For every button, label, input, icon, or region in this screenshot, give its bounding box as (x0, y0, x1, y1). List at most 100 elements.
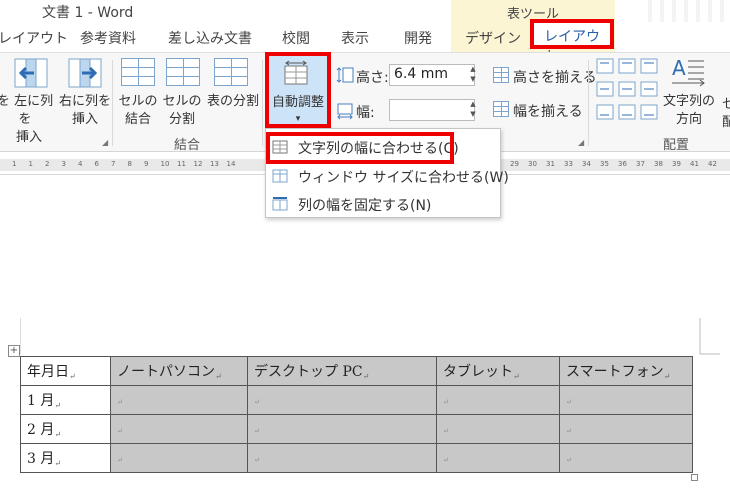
ruler-number: 4 (78, 160, 83, 168)
paragraph-mark: ↵ (69, 372, 76, 381)
table-row: 3 月↵ ↵ ↵ ↵ ↵ (20, 443, 693, 473)
ruler-number: 29 (510, 160, 519, 168)
tab-view[interactable]: 表示 (341, 28, 369, 48)
merge-cells-label-top: セルの (118, 94, 158, 109)
insert-column-left-button[interactable]: を 左に列を 挿入 (0, 93, 58, 147)
tab-mailings[interactable]: 差し込み文書 (168, 28, 252, 48)
merge-cells-icon (121, 58, 155, 86)
header-text: デスクトップ PC (254, 364, 363, 380)
ruler-number: 33 (564, 160, 573, 168)
table-cell[interactable]: ↵ (110, 414, 248, 444)
cell-end-mark: ↵ (254, 398, 260, 406)
table-header-row: 年月日↵ ノートパソコン↵ デスクトップ PC↵ タブレット↵ スマートフォン↵ (20, 356, 693, 386)
table-header-cell[interactable]: 年月日↵ (20, 356, 111, 386)
cell-margins-label-clipped-2[interactable]: 配 (722, 111, 730, 130)
table-cell[interactable]: 3 月↵ (20, 443, 111, 473)
cell-end-mark: ↵ (443, 398, 449, 406)
cell-text: 2 月 (27, 422, 55, 438)
header-text: タブレット (443, 364, 513, 380)
cell-end-mark: ↵ (443, 456, 449, 464)
table-cell[interactable]: ↵ (247, 443, 437, 473)
table-cell[interactable]: ↵ (436, 443, 560, 473)
ruler-number: 7 (111, 160, 116, 168)
height-input[interactable]: 6.4 mm (389, 64, 475, 86)
insert-column-right-button[interactable]: 右に列を 挿入 (58, 93, 112, 129)
cell-text: 3 月 (27, 451, 55, 467)
header-text: 年月日 (27, 364, 69, 380)
tab-developer[interactable]: 開発 (404, 28, 432, 48)
tab-table-layout[interactable]: レイアウト (530, 19, 614, 65)
divider (588, 60, 589, 146)
table-cell[interactable]: ↵ (559, 443, 693, 473)
paragraph-mark: ↵ (362, 372, 370, 381)
alignment-buttons[interactable] (596, 58, 658, 120)
table-resize-handle[interactable] (691, 474, 698, 481)
cut-off-glyph: を (0, 94, 10, 109)
cell-end-mark: ↵ (566, 456, 572, 464)
svg-text:A: A (672, 56, 686, 80)
menu-item-label: ウィンドウ サイズに合わせる(W) (298, 170, 509, 186)
split-cells-button[interactable]: セルの 分割 (160, 93, 204, 129)
width-stepper[interactable]: ▲ ▼ (467, 99, 479, 121)
alignment-group-label: 配置 (663, 138, 690, 153)
tab-references[interactable]: 参考資料 (80, 28, 136, 48)
divider (262, 60, 263, 146)
ruler-number: 8 (127, 160, 132, 168)
cell-margins-label-clipped[interactable]: セ (722, 93, 730, 112)
table-cell[interactable]: ↵ (110, 443, 248, 473)
split-table-button[interactable]: 表の分割 (204, 93, 262, 111)
alignment-grid-icon (596, 58, 658, 120)
table-header-cell[interactable]: スマートフォン↵ (559, 356, 693, 386)
cell-end-mark: ↵ (254, 427, 260, 435)
cell-end-mark: ↵ (443, 427, 449, 435)
table-row: 2 月↵ ↵ ↵ ↵ ↵ (20, 414, 693, 444)
table-cell[interactable]: ↵ (559, 385, 693, 415)
ruler-number: 35 (600, 160, 609, 168)
cell-end-mark: ↵ (566, 427, 572, 435)
text-direction-button[interactable]: 文字列の 方向 (660, 93, 718, 129)
split-table-label: 表の分割 (206, 94, 259, 109)
tab-table-design[interactable]: デザイン (465, 28, 521, 48)
table-cell[interactable]: 1 月↵ (20, 385, 111, 415)
width-input[interactable] (389, 99, 475, 121)
cell-end-mark: ↵ (117, 398, 123, 406)
table-row: 1 月↵ ↵ ↵ ↵ ↵ (20, 385, 693, 415)
distribute-rows-icon (493, 67, 509, 83)
chevron-down-icon: ▾ (295, 114, 301, 124)
table-cell[interactable]: ↵ (436, 385, 560, 415)
ruler-number: 10 (160, 160, 170, 168)
dialog-launcher-icon[interactable]: ◢ (102, 138, 108, 147)
insert-left-label-bottom: 挿入 (15, 130, 42, 145)
distribute-columns-button[interactable]: 幅を揃える (513, 101, 583, 121)
table-cell[interactable]: ↵ (559, 414, 693, 444)
split-cells-label-top: セルの (162, 94, 202, 109)
table-header-cell[interactable]: ノートパソコン↵ (110, 356, 248, 386)
cell-end-mark: ↵ (254, 456, 260, 464)
table-header-cell[interactable]: デスクトップ PC↵ (247, 356, 437, 386)
table-cell[interactable]: ↵ (247, 385, 437, 415)
tab-review[interactable]: 校閲 (282, 28, 310, 48)
distribute-rows-button[interactable]: 高さを揃える (513, 67, 597, 87)
table-move-handle-icon[interactable]: + (8, 345, 20, 357)
ruler-number: 1 (12, 160, 17, 168)
ruler-number: 9 (144, 160, 149, 168)
table-cell[interactable]: 2 月↵ (20, 414, 111, 444)
tab-layout-page[interactable]: レイアウト (0, 28, 68, 48)
text-direction-label-bottom: 方向 (675, 112, 702, 127)
insert-right-label-top: 右に列を (58, 94, 111, 109)
table-cell[interactable]: ↵ (436, 414, 560, 444)
dialog-launcher-icon[interactable]: ◢ (578, 138, 584, 147)
ruler-number: 36 (618, 160, 627, 168)
height-stepper[interactable]: ▲ ▼ (467, 64, 479, 86)
row-height-icon (336, 67, 354, 83)
split-table-icon (214, 58, 248, 86)
table-cell[interactable]: ↵ (110, 385, 248, 415)
height-label: 高さ: (356, 70, 389, 86)
table-cell[interactable]: ↵ (247, 414, 437, 444)
merge-cells-button[interactable]: セルの 結合 (116, 93, 160, 129)
table-header-cell[interactable]: タブレット↵ (436, 356, 560, 386)
paragraph-mark: ↵ (54, 459, 62, 468)
merge-cells-label-bottom: 結合 (124, 112, 151, 127)
ruler-number: 13 (210, 160, 219, 168)
paragraph-mark: ↵ (513, 372, 520, 381)
